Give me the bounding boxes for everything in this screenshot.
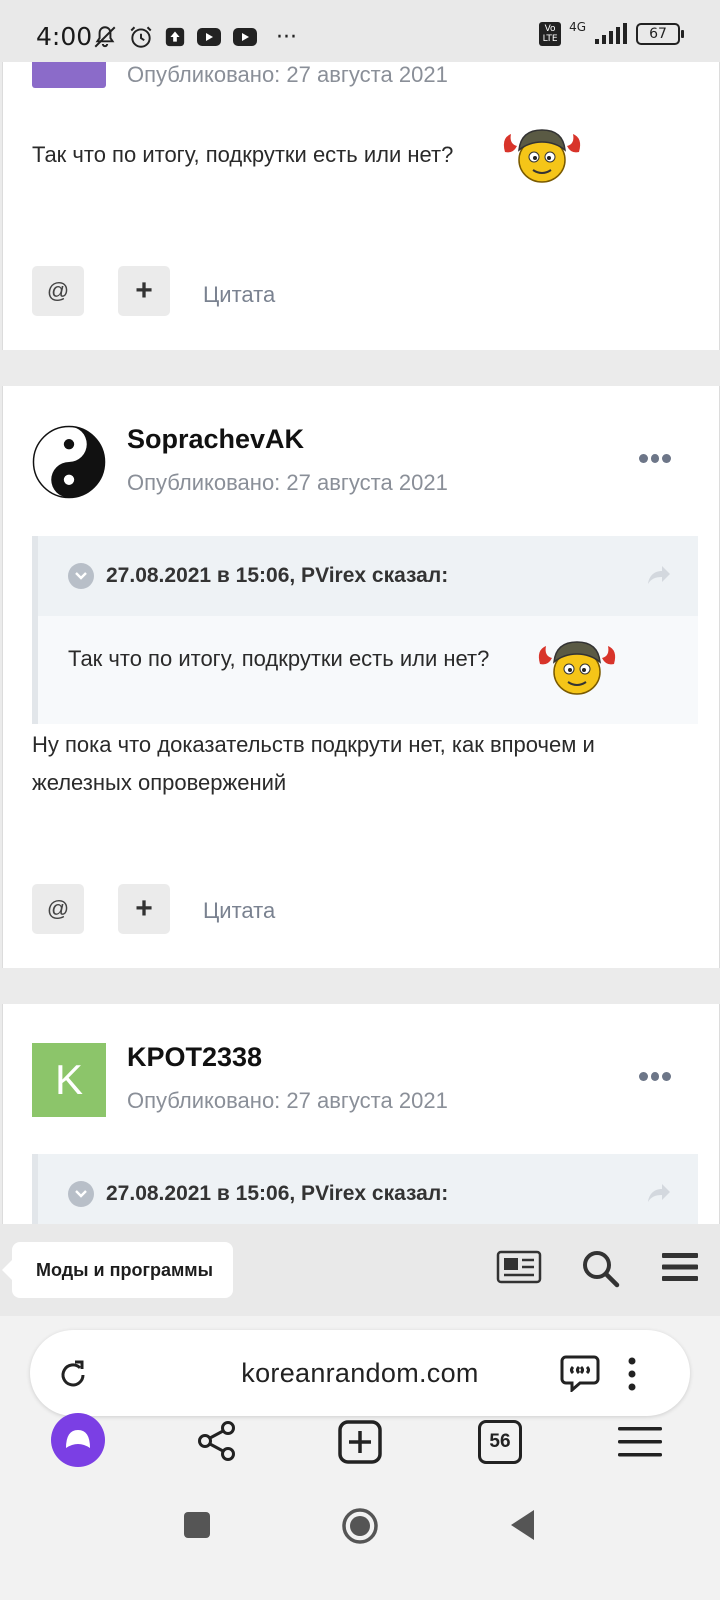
- status-time: 4:00: [36, 22, 93, 51]
- network-type: 4G: [569, 20, 586, 34]
- system-home-button[interactable]: [340, 1506, 380, 1546]
- site-navigation-bar: Моды и программы: [0, 1224, 720, 1316]
- reputation-plus-button[interactable]: +: [118, 266, 170, 316]
- address-bar[interactable]: koreanrandom.com: [30, 1330, 690, 1416]
- mention-button[interactable]: @: [32, 266, 84, 316]
- youtube-icon: [197, 28, 221, 46]
- post-more-options-icon[interactable]: [639, 454, 672, 464]
- browser-toolbar: koreanrandom.com 56: [0, 1316, 720, 1600]
- quote-body: Так что по итогу, подкрутки есть или нет…: [38, 616, 698, 724]
- tabs-counter-button[interactable]: 56: [478, 1420, 522, 1464]
- battery-level: 67: [649, 26, 667, 42]
- system-recents-button[interactable]: [184, 1512, 210, 1538]
- post: SoprachevAK Опубликовано: 27 августа 202…: [2, 386, 720, 968]
- mention-button-label: @: [46, 278, 70, 303]
- crab-tanker-emoji-icon: [538, 641, 616, 695]
- avatar[interactable]: K: [32, 1043, 106, 1117]
- quote-author-line: 27.08.2021 в 15:06, PVirex сказал:: [106, 1182, 449, 1205]
- post-date: Опубликовано: 27 августа 2021: [127, 1088, 448, 1113]
- yin-yang-avatar-icon[interactable]: [32, 425, 106, 499]
- mention-button-label: @: [46, 896, 70, 921]
- post-more-options-icon[interactable]: [639, 1072, 672, 1082]
- share-arrow-icon[interactable]: [646, 1182, 672, 1204]
- chevron-down-icon[interactable]: [68, 563, 94, 589]
- quote-header[interactable]: 27.08.2021 в 15:06, PVirex сказал:: [38, 1154, 698, 1224]
- plus-icon: +: [135, 892, 153, 925]
- post-text-content: Так что по итогу, подкрутки есть или нет…: [32, 142, 454, 167]
- new-tab-icon[interactable]: [338, 1420, 382, 1464]
- crab-tanker-emoji-icon: [503, 129, 581, 183]
- share-arrow-icon[interactable]: [646, 564, 672, 586]
- post: Опубликовано: 27 августа 2021 Так что по…: [2, 62, 720, 350]
- more-vertical-icon[interactable]: [626, 1356, 638, 1392]
- quote-block: 27.08.2021 в 15:06, PVirex сказал:: [32, 1154, 698, 1224]
- signal-icon: [595, 23, 627, 44]
- quote-block: 27.08.2021 в 15:06, PVirex сказал: Так ч…: [32, 536, 698, 724]
- forum-thread[interactable]: Опубликовано: 27 августа 2021 Так что по…: [0, 62, 720, 1224]
- chevron-down-icon[interactable]: [68, 1181, 94, 1207]
- avatar[interactable]: [32, 62, 106, 88]
- status-system-icons: Vo LTE 4G 67: [539, 20, 684, 46]
- quote-author-line: 27.08.2021 в 15:06, PVirex сказал:: [106, 564, 449, 587]
- post-text: Ну пока что доказательств подкрути нет, …: [32, 732, 595, 795]
- quote-header[interactable]: 27.08.2021 в 15:06, PVirex сказал:: [38, 536, 698, 616]
- more-notifications-icon: ···: [276, 24, 297, 50]
- upload-icon: [165, 27, 185, 47]
- battery-icon: 67: [636, 23, 684, 45]
- system-back-button[interactable]: [508, 1508, 536, 1542]
- search-icon[interactable]: [580, 1248, 620, 1288]
- reputation-plus-button[interactable]: +: [118, 884, 170, 934]
- tabs-count: 56: [489, 1431, 511, 1452]
- plus-icon: +: [135, 274, 153, 307]
- youtube-icon: [233, 28, 257, 46]
- author-name[interactable]: SoprachevAK: [127, 424, 304, 455]
- quote-link[interactable]: Цитата: [203, 282, 275, 308]
- quote-text: Так что по итогу, подкрутки есть или нет…: [68, 646, 490, 671]
- post-date: Опубликовано: 27 августа 2021: [127, 62, 448, 87]
- volte-icon: Vo LTE: [539, 22, 562, 46]
- author-name[interactable]: KPOT2338: [127, 1042, 262, 1073]
- share-icon[interactable]: [196, 1420, 238, 1462]
- section-breadcrumb-label: Моды и программы: [36, 1259, 213, 1280]
- alice-assistant-icon[interactable]: [50, 1412, 106, 1468]
- hamburger-menu-icon[interactable]: [662, 1252, 698, 1282]
- bell-muted-icon: [94, 26, 116, 48]
- section-breadcrumb[interactable]: Моды и программы: [2, 1242, 233, 1298]
- status-bar: 4:00 ··· Vo LTE 4G 67: [0, 0, 720, 62]
- post-date: Опубликовано: 27 августа 2021: [127, 470, 448, 495]
- avatar-letter: K: [54, 1056, 83, 1103]
- news-feed-icon[interactable]: [496, 1250, 542, 1284]
- quote-link[interactable]: Цитата: [203, 898, 275, 924]
- browser-menu-icon[interactable]: [618, 1426, 662, 1458]
- mention-button[interactable]: @: [32, 884, 84, 934]
- post: K KPOT2338 Опубликовано: 27 августа 2021…: [2, 1004, 720, 1224]
- status-notification-icons: ···: [92, 24, 297, 50]
- alarm-icon: [130, 26, 152, 48]
- quote-bubble-icon[interactable]: [560, 1354, 600, 1392]
